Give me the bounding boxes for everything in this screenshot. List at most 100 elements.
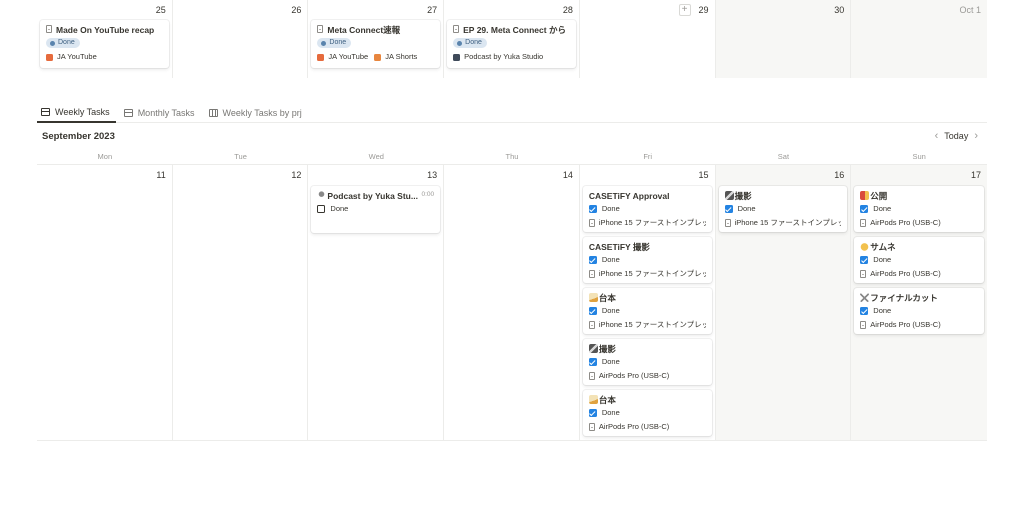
day-number: 11 [156, 170, 166, 180]
page-icon [588, 219, 595, 227]
task-card[interactable]: サムネ Done AirPods Pro (USB-C) [854, 237, 984, 283]
status-dot-icon [321, 40, 327, 46]
shorts-icon [374, 53, 382, 61]
card-title: 台本 [598, 293, 616, 303]
tab-weekly-tasks[interactable]: Weekly Tasks [37, 103, 116, 123]
next-week-chevron-icon[interactable]: › [968, 130, 984, 142]
day-number: 27 [427, 5, 438, 15]
done-checkbox[interactable] [588, 205, 597, 213]
podcast-icon [453, 53, 461, 61]
victory-hand-icon [860, 242, 870, 251]
day-cell-13[interactable]: 13 Podcast by Yuka Stu... 0:00 Done [308, 165, 445, 440]
add-event-plus-icon[interactable]: + [678, 4, 691, 16]
card-title: Meta Connect速報 [327, 25, 401, 35]
day-number: 30 [834, 5, 845, 15]
event-card[interactable]: Made On YouTube recap Done JA YouTube [40, 20, 169, 68]
day-cell-26[interactable]: 26 [173, 0, 309, 78]
tab-monthly-tasks[interactable]: Monthly Tasks [120, 103, 201, 123]
channel-tag: Podcast by Yuka Studio [464, 52, 544, 61]
day-cell-29[interactable]: + 29 [580, 0, 716, 78]
task-card[interactable]: Podcast by Yuka Stu... 0:00 Done [311, 186, 441, 233]
page-icon [860, 321, 867, 329]
today-button[interactable]: Today [944, 131, 968, 141]
done-checkbox[interactable] [860, 256, 869, 264]
scissors-icon [860, 293, 870, 302]
day-cell-16[interactable]: 16 撮影 Done iPhone 15 ファーストインプレッ... [715, 165, 852, 440]
weekday-label: Wed [368, 152, 384, 161]
clapperboard-icon [724, 191, 734, 200]
youtube-icon [46, 53, 53, 61]
previous-week-chevron-icon[interactable]: ‹ [929, 130, 945, 142]
task-card[interactable]: CASETiFY 撮影 Done iPhone 15 ファーストインプレッ [582, 237, 712, 283]
project-relation: iPhone 15 ファーストインプレッ... [734, 218, 842, 227]
month-title: September 2023 [42, 131, 115, 142]
task-card[interactable]: 撮影 Done AirPods Pro (USB-C) [582, 339, 712, 385]
done-checkbox[interactable] [317, 205, 326, 213]
card-title: 撮影 [734, 191, 752, 201]
day-cell-15[interactable]: 15 CASETiFY Approval Done iPhone 15 ファース… [580, 165, 716, 440]
task-card[interactable]: 公開 Done AirPods Pro (USB-C) [854, 186, 984, 232]
done-checkbox[interactable] [860, 307, 869, 315]
page-icon [453, 25, 460, 33]
weekday-label: Sat [777, 152, 790, 161]
board-icon [208, 109, 218, 117]
card-title: EP 29. Meta Connect から [463, 25, 566, 35]
status-badge: Done [453, 38, 487, 48]
day-number: 16 [834, 170, 845, 180]
task-card[interactable]: 台本 Done iPhone 15 ファーストインプレッ [582, 288, 712, 334]
calendar-navigation: ‹ Today › [929, 130, 984, 142]
task-card[interactable]: 撮影 Done iPhone 15 ファーストインプレッ... [718, 186, 848, 232]
day-cell-27[interactable]: 27 Meta Connect速報 Done JA YouTube JA Shor… [308, 0, 445, 78]
event-time: 0:00 [421, 191, 435, 198]
microphone-icon [317, 191, 327, 200]
day-number: 15 [698, 170, 709, 180]
weekday-label: Tue [234, 152, 247, 161]
done-checkbox[interactable] [860, 205, 869, 213]
page-icon [317, 25, 324, 33]
weekday-label: Fri [643, 152, 653, 161]
done-checkbox[interactable] [588, 409, 597, 417]
view-tabs: Weekly Tasks Monthly Tasks Weekly Tasks … [37, 103, 987, 123]
done-checkbox[interactable] [588, 256, 597, 264]
day-cell-11[interactable]: 11 [37, 165, 173, 440]
task-card[interactable]: 台本 Done AirPods Pro (USB-C) [582, 390, 712, 436]
tab-weekly-tasks-by-prj[interactable]: Weekly Tasks by prj [205, 103, 308, 123]
done-checkbox[interactable] [588, 307, 597, 315]
card-title: 撮影 [598, 344, 616, 354]
day-number: 12 [291, 170, 302, 180]
done-checkbox[interactable] [724, 205, 733, 213]
day-cell-17[interactable]: 17 公開 Done AirPods Pro (USB-C) サムネ Done … [851, 165, 987, 440]
memo-icon [588, 293, 598, 302]
card-title: Made On YouTube recap [56, 25, 155, 35]
weekday-label: Mon [97, 152, 113, 161]
day-number: 17 [970, 170, 981, 180]
memo-icon [588, 395, 598, 404]
day-cell-25[interactable]: 25 Made On YouTube recap Done JA YouTube [37, 0, 173, 78]
card-title: ファイナルカット [870, 293, 938, 303]
clapperboard-icon [588, 344, 598, 353]
channel-tag: JA Shorts [385, 52, 418, 61]
card-title: CASETiFY Approval [588, 191, 670, 201]
top-calendar-week: 25 Made On YouTube recap Done JA YouTube… [37, 0, 987, 78]
project-relation: iPhone 15 ファーストインプレッ [598, 320, 706, 329]
event-card[interactable]: EP 29. Meta Connect から Done Podcast by Y… [447, 20, 576, 68]
page-icon [588, 321, 595, 329]
page-icon [724, 219, 731, 227]
project-relation: AirPods Pro (USB-C) [598, 422, 670, 431]
day-cell-14[interactable]: 14 [444, 165, 580, 440]
task-card[interactable]: ファイナルカット Done AirPods Pro (USB-C) [854, 288, 984, 334]
project-relation: iPhone 15 ファーストインプレッ [598, 269, 706, 278]
card-title: Podcast by Yuka Stu... [327, 191, 418, 201]
day-cell-oct-1[interactable]: Oct 1 [851, 0, 987, 78]
task-card[interactable]: CASETiFY Approval Done iPhone 15 ファーストイン… [582, 186, 712, 232]
day-cell-30[interactable]: 30 [715, 0, 852, 78]
day-number: 13 [427, 170, 438, 180]
event-card[interactable]: Meta Connect速報 Done JA YouTube JA Shorts [311, 20, 441, 68]
day-cell-28[interactable]: 28 EP 29. Meta Connect から Done Podcast b… [444, 0, 580, 78]
day-cell-12[interactable]: 12 [173, 165, 309, 440]
project-relation: AirPods Pro (USB-C) [870, 269, 941, 278]
channel-tag: JA YouTube [328, 52, 369, 61]
status-dot-icon [50, 40, 55, 46]
done-checkbox[interactable] [588, 358, 597, 366]
day-number: 14 [562, 170, 573, 180]
